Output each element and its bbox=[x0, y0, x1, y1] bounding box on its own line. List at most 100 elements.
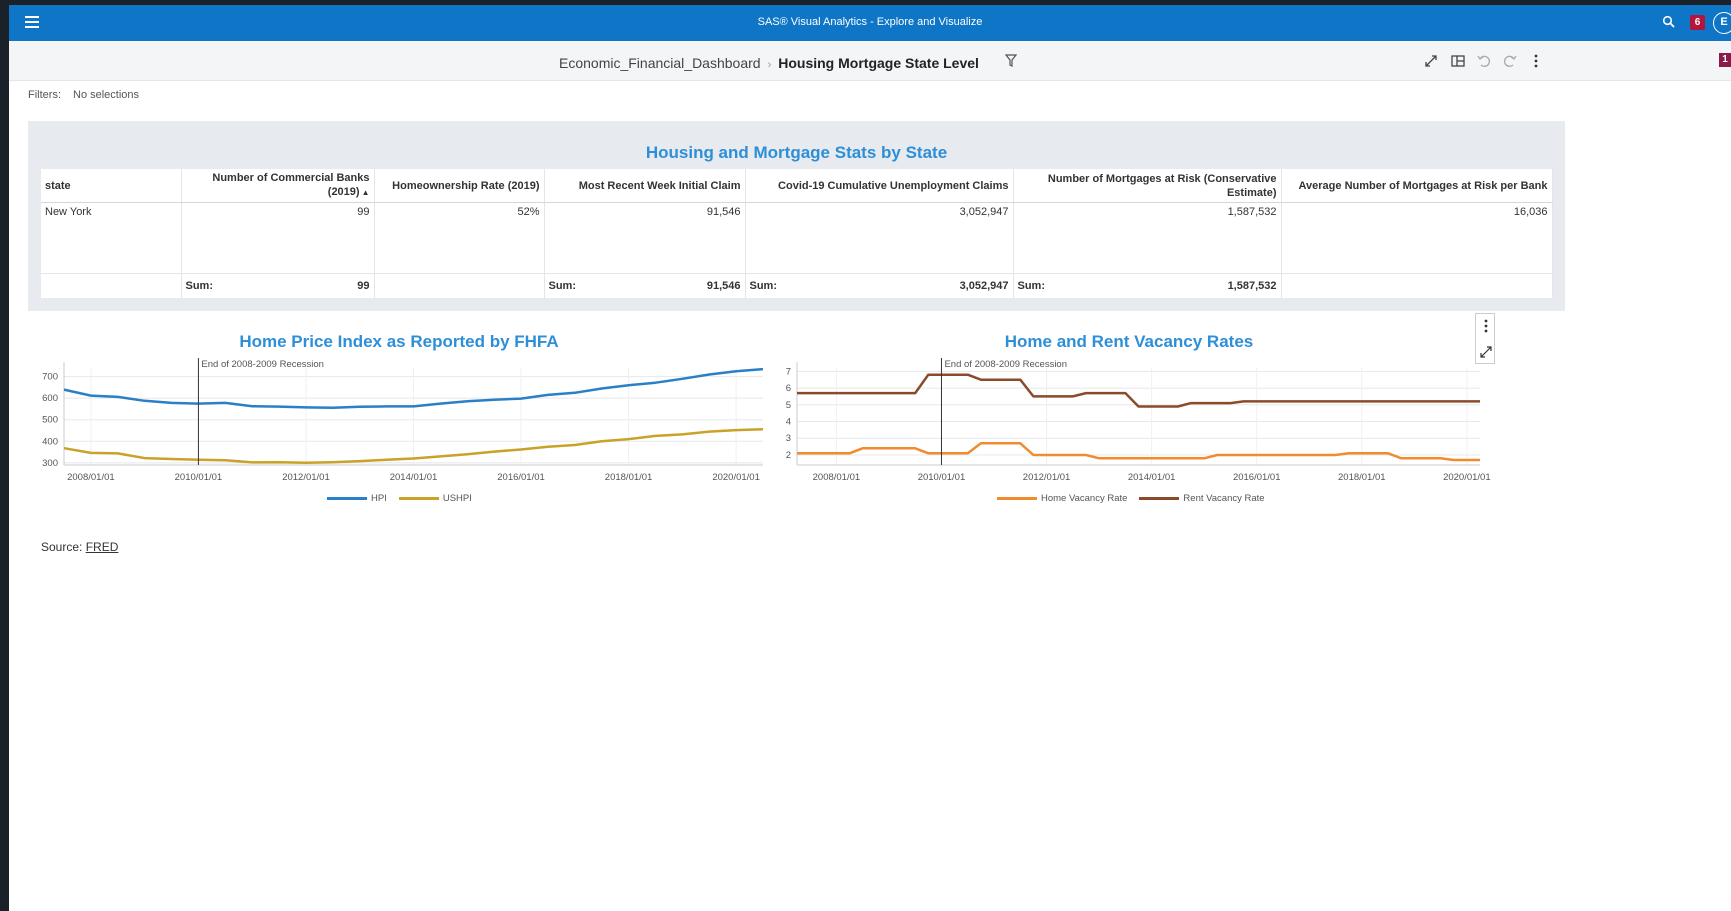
table-cell: 52% bbox=[374, 202, 545, 222]
maximize-icon[interactable] bbox=[1479, 345, 1493, 359]
column-header-commercial-banks[interactable]: Number of Commercial Banks (2019) ▲ bbox=[181, 169, 375, 203]
app-title: SAS® Visual Analytics - Explore and Visu… bbox=[757, 16, 983, 28]
reference-line-label: End of 2008-2009 Recession bbox=[944, 359, 1067, 370]
series-line-rent-vacancy-rate[interactable] bbox=[797, 373, 1480, 408]
legend-label: USHPI bbox=[442, 493, 472, 504]
chevron-right-icon: › bbox=[767, 59, 772, 71]
column-header-unemployment-claims[interactable]: Covid-19 Cumulative Unemployment Claims bbox=[745, 169, 1014, 203]
filters-value[interactable]: No selections bbox=[73, 89, 139, 101]
legend-item-hpi[interactable]: HPI bbox=[327, 493, 387, 504]
user-avatar[interactable]: E bbox=[1713, 12, 1731, 34]
report-toolbar: Economic_Financial_Dashboard › Housing Mor… bbox=[9, 41, 1731, 81]
sum-label: Sum: bbox=[185, 280, 214, 293]
y-tick-label: 2 bbox=[786, 450, 791, 461]
table-title: Housing and Mortgage Stats by State bbox=[645, 143, 948, 162]
sum-value: 3,052,947 bbox=[959, 280, 1009, 293]
x-tick-label: 2010/01/01 bbox=[918, 472, 966, 483]
breadcrumb-current: Housing Mortgage State Level bbox=[778, 55, 979, 71]
legend-item-ushpi[interactable]: USHPI bbox=[398, 493, 472, 504]
table-cell: 1,587,532 bbox=[1013, 202, 1282, 222]
hpi-chart-legend: HPI USHPI bbox=[327, 493, 472, 504]
sum-value: 1,587,532 bbox=[1227, 280, 1277, 293]
more-options-icon[interactable] bbox=[1480, 318, 1492, 334]
table-totals-row: Sum: 99 Sum: 91,546 Sum: 3,052,947 Sum: 1,58… bbox=[41, 273, 1553, 299]
search-icon[interactable] bbox=[1662, 15, 1676, 29]
report-page: SAS® Visual Analytics - Explore and Visu… bbox=[9, 5, 1731, 911]
legend-swatch bbox=[997, 497, 1037, 500]
chart-title-vacancy: Home and Rent Vacancy Rates bbox=[1004, 332, 1254, 351]
x-tick-label: 2012/01/01 bbox=[282, 472, 330, 483]
column-header-initial-claim[interactable]: Most Recent Week Initial Claim bbox=[544, 169, 746, 203]
layout-panel-icon[interactable] bbox=[1450, 53, 1466, 69]
x-tick-label: 2008/01/01 bbox=[813, 472, 861, 483]
x-tick-label: 2020/01/01 bbox=[1443, 472, 1491, 483]
breadcrumb-root[interactable]: Economic_Financial_Dashboard bbox=[559, 55, 761, 71]
legend-swatch bbox=[398, 497, 439, 500]
x-tick-label: 2012/01/01 bbox=[1023, 472, 1071, 483]
sum-value: 99 bbox=[357, 280, 370, 293]
table-row[interactable]: New York 99 52% 91,546 3,052,947 1,587,5… bbox=[41, 202, 1553, 222]
table-sum-cell: Sum: 99 bbox=[181, 273, 375, 299]
column-header-label: Number of Commercial Banks (2019) bbox=[212, 172, 370, 198]
x-tick-label: 2014/01/01 bbox=[390, 472, 438, 483]
vacancy-line-chart[interactable]: 2 3 4 5 6 7 2008/01/01 2010/01/01 2012/01/01 2014… bbox=[769, 351, 1491, 483]
column-header-homeownership-rate[interactable]: Homeownership Rate (2019) bbox=[374, 169, 545, 203]
legend-item-home-vacancy[interactable]: Home Vacancy Rate bbox=[997, 493, 1127, 504]
y-tick-label: 3 bbox=[786, 433, 791, 444]
legend-swatch bbox=[327, 497, 367, 500]
hpi-line-chart[interactable]: 300 400 500 600 700 2008/01/01 2010/01/01 2012/… bbox=[29, 351, 769, 483]
x-tick-label: 2018/01/01 bbox=[605, 472, 653, 483]
series-line-home-vacancy-rate[interactable] bbox=[797, 442, 1480, 462]
table-cell bbox=[41, 273, 182, 299]
y-tick-label: 4 bbox=[786, 417, 791, 428]
table-panel: Housing and Mortgage Stats by State stat… bbox=[28, 121, 1565, 311]
filter-icon[interactable] bbox=[1005, 54, 1017, 68]
list-table: state Number of Commercial Banks (2019) ▲… bbox=[41, 169, 1553, 299]
source-link[interactable]: FRED bbox=[86, 540, 119, 554]
breadcrumb: Economic_Financial_Dashboard › Housing Mor… bbox=[559, 55, 979, 71]
chart-title-hpi: Home Price Index as Reported by FHFA bbox=[239, 332, 559, 351]
table-cell: New York bbox=[41, 202, 182, 222]
sum-label: Sum: bbox=[548, 280, 577, 293]
sort-ascending-icon: ▲ bbox=[361, 188, 370, 197]
legend-swatch bbox=[1139, 497, 1180, 500]
table-empty-area bbox=[41, 221, 1553, 274]
filters-label: Filters: bbox=[28, 89, 61, 101]
y-tick-label: 300 bbox=[42, 458, 58, 469]
undo-icon[interactable] bbox=[1476, 53, 1492, 69]
reference-line-label: End of 2008-2009 Recession bbox=[201, 359, 324, 370]
vacancy-chart-legend: Home Vacancy Rate Rent Vacancy Rate bbox=[997, 493, 1265, 504]
sum-label: Sum: bbox=[749, 280, 778, 293]
sum-value: 91,546 bbox=[706, 280, 741, 293]
table-cell: 16,036 bbox=[1281, 202, 1553, 222]
y-tick-label: 500 bbox=[42, 415, 58, 426]
x-tick-label: 2018/01/01 bbox=[1338, 472, 1386, 483]
y-tick-label: 6 bbox=[786, 383, 791, 394]
x-tick-label: 2016/01/01 bbox=[1233, 472, 1281, 483]
table-cell bbox=[374, 273, 545, 299]
sum-label: Sum: bbox=[1017, 280, 1046, 293]
redo-icon[interactable] bbox=[1502, 53, 1518, 69]
filters-bar: Filters: No selections bbox=[28, 89, 139, 101]
full-screen-icon[interactable] bbox=[1423, 53, 1439, 69]
more-options-icon[interactable] bbox=[1528, 53, 1544, 69]
table-cell: 99 bbox=[181, 202, 375, 222]
legend-item-rent-vacancy[interactable]: Rent Vacancy Rate bbox=[1139, 493, 1265, 504]
table-cell bbox=[1281, 273, 1553, 299]
table-cell: 91,546 bbox=[544, 202, 746, 222]
app-header: SAS® Visual Analytics - Explore and Visu… bbox=[9, 5, 1731, 41]
column-header-state[interactable]: state bbox=[41, 169, 182, 203]
object-toolbar bbox=[1475, 313, 1495, 364]
y-tick-label: 600 bbox=[42, 393, 58, 404]
page-number-badge[interactable]: 1 bbox=[1719, 53, 1731, 67]
legend-label: Rent Vacancy Rate bbox=[1183, 493, 1265, 504]
x-tick-label: 2010/01/01 bbox=[175, 472, 223, 483]
y-tick-label: 700 bbox=[42, 372, 58, 383]
notifications-badge[interactable]: 6 bbox=[1690, 15, 1705, 30]
column-header-mortgages-at-risk[interactable]: Number of Mortgages at Risk (Conservativ… bbox=[1013, 169, 1282, 203]
table-sum-cell: Sum: 3,052,947 bbox=[745, 273, 1014, 299]
column-header-mortgages-per-bank[interactable]: Average Number of Mortgages at Risk per … bbox=[1281, 169, 1553, 203]
y-tick-label: 7 bbox=[786, 366, 791, 377]
y-tick-label: 400 bbox=[42, 436, 58, 447]
source-label: Source: bbox=[41, 540, 83, 554]
